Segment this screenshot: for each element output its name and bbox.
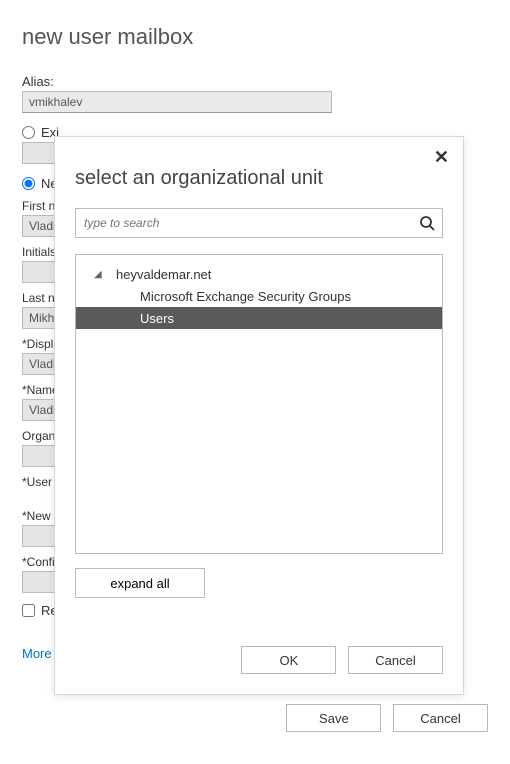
dialog-title: select an organizational unit [55,137,463,208]
alias-label: Alias: [22,74,488,89]
dialog-cancel-button[interactable]: Cancel [348,646,443,674]
select-ou-dialog: ✕ select an organizational unit ◢ heyval… [54,136,464,695]
search-box [75,208,443,238]
alias-input[interactable] [22,91,332,113]
tree-item-label: Microsoft Exchange Security Groups [140,289,351,304]
tree-item-selected[interactable]: Users [76,307,442,329]
existing-user-radio[interactable] [22,126,35,139]
collapse-icon[interactable]: ◢ [94,269,106,280]
save-button[interactable]: Save [286,704,381,732]
ok-button[interactable]: OK [241,646,336,674]
tree-item[interactable]: Microsoft Exchange Security Groups [76,285,442,307]
tree-root-item[interactable]: ◢ heyvaldemar.net [76,263,442,285]
tree-item-label: heyvaldemar.net [116,267,211,282]
tree-item-label: Users [140,311,174,326]
close-icon[interactable]: ✕ [434,147,449,168]
new-user-radio[interactable] [22,177,35,190]
require-password-change-checkbox[interactable] [22,604,35,617]
dialog-footer: OK Cancel [55,618,463,694]
cancel-button[interactable]: Cancel [393,704,488,732]
ou-tree: ◢ heyvaldemar.net Microsoft Exchange Sec… [75,254,443,554]
search-input[interactable] [75,208,443,238]
page-title: new user mailbox [0,0,510,50]
page-footer-buttons: Save Cancel [278,704,488,732]
expand-all-button[interactable]: expand all [75,568,205,598]
